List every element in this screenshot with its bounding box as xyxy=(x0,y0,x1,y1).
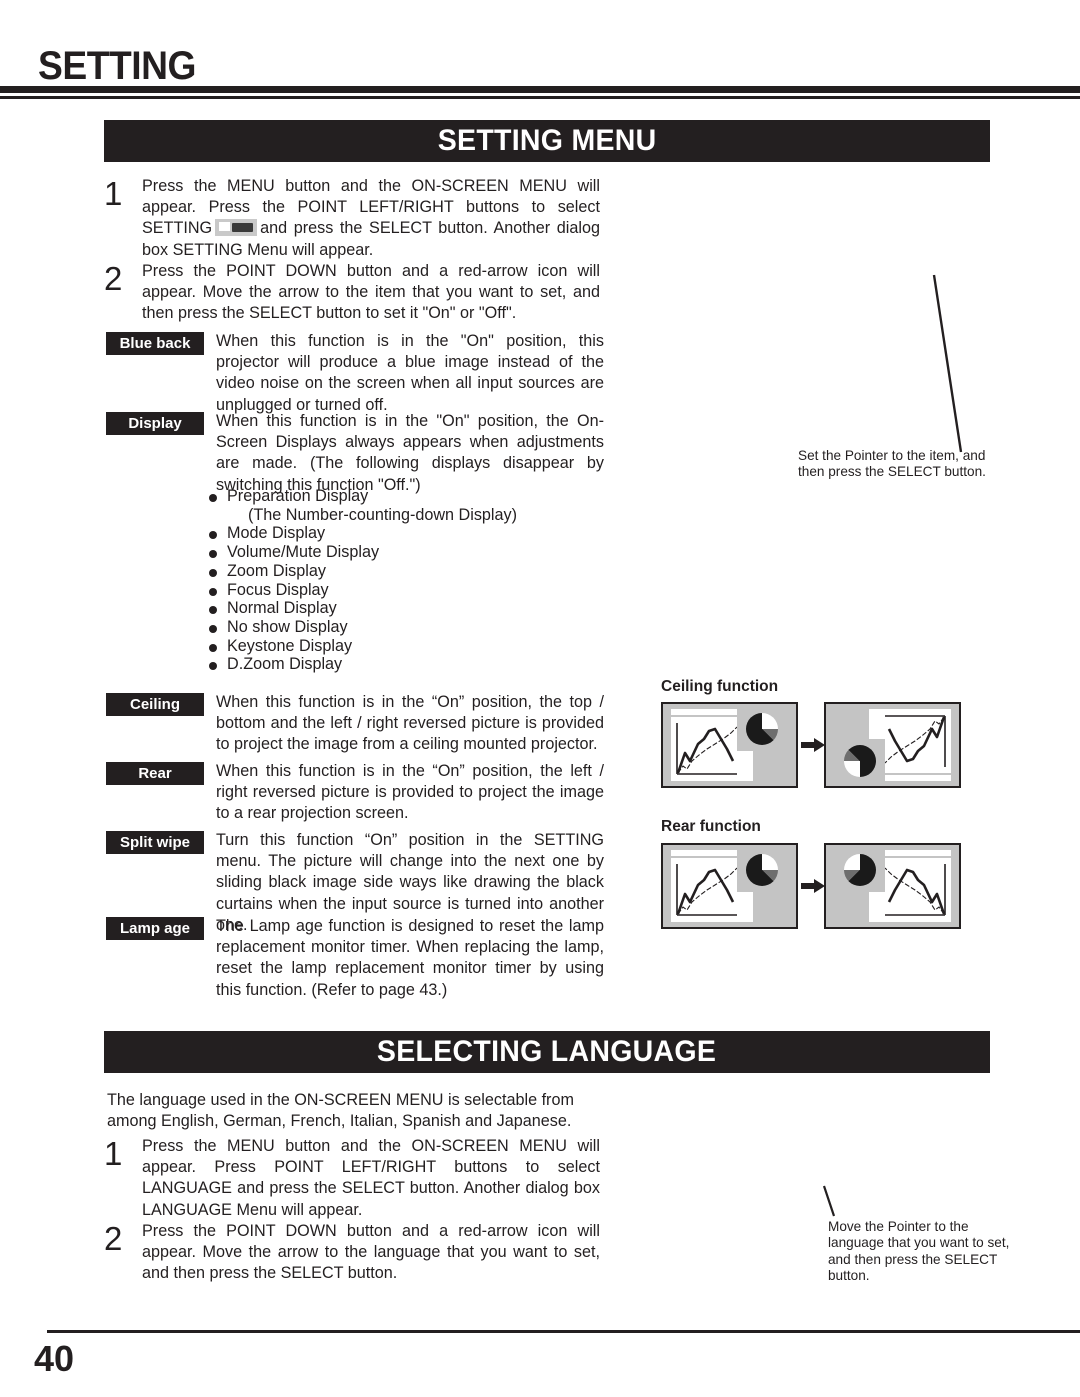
list-item: No show Display xyxy=(208,618,608,637)
pie-chart-icon xyxy=(844,854,876,886)
section-banner-setting-menu-label: SETTING MENU xyxy=(437,124,657,157)
callout-pointer-setting-text: Set the Pointer to the item, and then pr… xyxy=(798,448,986,480)
step-language-1-paragraph: Press the MENU button and the ON-SCREEN … xyxy=(142,1137,600,1219)
rear-panel-mirrored-content xyxy=(826,845,959,927)
right-arrow-icon xyxy=(801,738,825,752)
step-setting-2: 2 Press the POINT DOWN button and a red-… xyxy=(104,261,600,325)
leader-line-language xyxy=(822,1185,836,1217)
callout-pointer-language: Move the Pointer to the language that yo… xyxy=(828,1219,1028,1285)
callout-pointer-language-text: Move the Pointer to the language that yo… xyxy=(828,1219,1010,1284)
function-tag-blue-back: Blue back xyxy=(106,332,204,355)
section-banner-selecting-language-label: SELECTING LANGUAGE xyxy=(377,1035,717,1068)
language-intro-text: The language used in the ON-SCREEN MENU … xyxy=(107,1091,574,1130)
pie-chart-box xyxy=(835,848,885,892)
footer-rule xyxy=(47,1330,1080,1333)
header-rule-thick xyxy=(0,86,1080,93)
pie-chart-box xyxy=(835,739,885,783)
list-item: Keystone Display xyxy=(208,637,608,656)
setting-menu-icon xyxy=(215,219,258,237)
list-item: Normal Display xyxy=(208,599,608,618)
function-text-rear: When this function is in the “On” positi… xyxy=(216,761,604,825)
right-arrow-icon xyxy=(801,879,825,893)
function-text-display-paragraph: When this function is in the "On" positi… xyxy=(216,412,604,494)
step-language-1: 1 Press the MENU button and the ON-SCREE… xyxy=(104,1136,600,1221)
step-setting-1: 1 Press the MENU button and the ON-SCREE… xyxy=(104,176,600,261)
function-tag-rear: Rear xyxy=(106,762,204,785)
language-intro-paragraph: The language used in the ON-SCREEN MENU … xyxy=(107,1090,577,1131)
pie-chart-icon xyxy=(746,713,778,745)
step-setting-2-number: 2 xyxy=(104,260,123,297)
step-language-2-paragraph: Press the POINT DOWN button and a red-ar… xyxy=(142,1222,600,1283)
pie-chart-box xyxy=(737,848,787,892)
step-language-1-number: 1 xyxy=(104,1135,123,1172)
list-item: D.Zoom Display xyxy=(208,655,608,674)
list-item: Mode Display xyxy=(208,524,608,543)
function-tag-ceiling: Ceiling xyxy=(106,693,204,716)
figure-rear-function xyxy=(661,843,961,933)
function-text-lamp-age-paragraph: The Lamp age function is designed to res… xyxy=(216,917,604,999)
page-number: 40 xyxy=(34,1338,75,1379)
step-language-2-number: 2 xyxy=(104,1220,123,1257)
grey-filler-block xyxy=(755,893,796,927)
pie-chart-icon xyxy=(746,854,778,886)
section-banner-setting-menu: SETTING MENU xyxy=(104,120,990,162)
function-tag-split-wipe: Split wipe xyxy=(106,831,204,854)
rear-panel-mirrored xyxy=(824,843,961,929)
function-row-display: Display When this function is in the "On… xyxy=(106,411,604,496)
function-row-rear: Rear When this function is in the “On” p… xyxy=(106,761,604,825)
function-text-blue-back: When this function is in the "On" positi… xyxy=(216,331,604,416)
function-text-ceiling: When this function is in the “On” positi… xyxy=(216,692,604,756)
section-banner-selecting-language: SELECTING LANGUAGE xyxy=(104,1031,990,1073)
grey-filler-block xyxy=(826,893,867,927)
header-rule-thin xyxy=(0,96,1080,99)
ceiling-panel-rotated xyxy=(824,702,961,788)
function-row-lamp-age: Lamp age The Lamp age function is design… xyxy=(106,916,604,1001)
step-language-2: 2 Press the POINT DOWN button and a red-… xyxy=(104,1221,600,1285)
list-item: Focus Display xyxy=(208,581,608,600)
function-row-ceiling: Ceiling When this function is in the “On… xyxy=(106,692,604,756)
setting-menu-icon-dark-part xyxy=(232,223,254,233)
display-bullet-subnote: (The Number-counting-down Display) xyxy=(248,505,517,524)
display-bullet-list: Preparation Display (The Number-counting… xyxy=(208,487,608,674)
function-text-ceiling-paragraph: When this function is in the “On” positi… xyxy=(216,693,604,754)
function-tag-display: Display xyxy=(106,412,204,435)
step-setting-2-text: Press the POINT DOWN button and a red-ar… xyxy=(142,261,600,325)
step-language-1-text: Press the MENU button and the ON-SCREEN … xyxy=(142,1136,600,1221)
figure-caption-rear-function: Rear function xyxy=(661,818,761,835)
setting-menu-icon-light-part xyxy=(219,222,231,232)
step-setting-2-paragraph: Press the POINT DOWN button and a red-ar… xyxy=(142,262,600,323)
figure-ceiling-function xyxy=(661,702,961,792)
step-setting-1-text: Press the MENU button and the ON-SCREEN … xyxy=(142,176,600,261)
list-item: Volume/Mute Display xyxy=(208,543,608,562)
step-language-2-text: Press the POINT DOWN button and a red-ar… xyxy=(142,1221,600,1285)
function-tag-lamp-age: Lamp age xyxy=(106,917,204,940)
list-item: Zoom Display xyxy=(208,562,608,581)
step-setting-1-number: 1 xyxy=(104,175,123,212)
leader-line-setting xyxy=(932,274,963,453)
page-title: SETTING xyxy=(38,44,196,88)
figure-caption-ceiling-function: Ceiling function xyxy=(661,678,779,695)
grey-filler-block xyxy=(826,704,867,738)
pie-chart-icon xyxy=(844,745,876,777)
function-text-lamp-age: The Lamp age function is designed to res… xyxy=(216,916,604,1001)
callout-pointer-setting: Set the Pointer to the item, and then pr… xyxy=(798,448,998,481)
pie-chart-box xyxy=(737,707,787,751)
ceiling-panel-normal xyxy=(661,702,798,788)
list-item: Preparation Display xyxy=(208,487,608,506)
ceiling-panel-rotated-content xyxy=(826,704,959,786)
function-text-rear-paragraph: When this function is in the “On” positi… xyxy=(216,762,604,823)
ceiling-panel-normal-content xyxy=(663,704,796,786)
grey-filler-block xyxy=(755,752,796,786)
function-text-blue-back-paragraph: When this function is in the "On" positi… xyxy=(216,332,604,414)
rear-panel-normal-content xyxy=(663,845,796,927)
function-text-display: When this function is in the "On" positi… xyxy=(216,411,604,496)
rear-panel-normal xyxy=(661,843,798,929)
function-row-blue-back: Blue back When this function is in the "… xyxy=(106,331,604,416)
